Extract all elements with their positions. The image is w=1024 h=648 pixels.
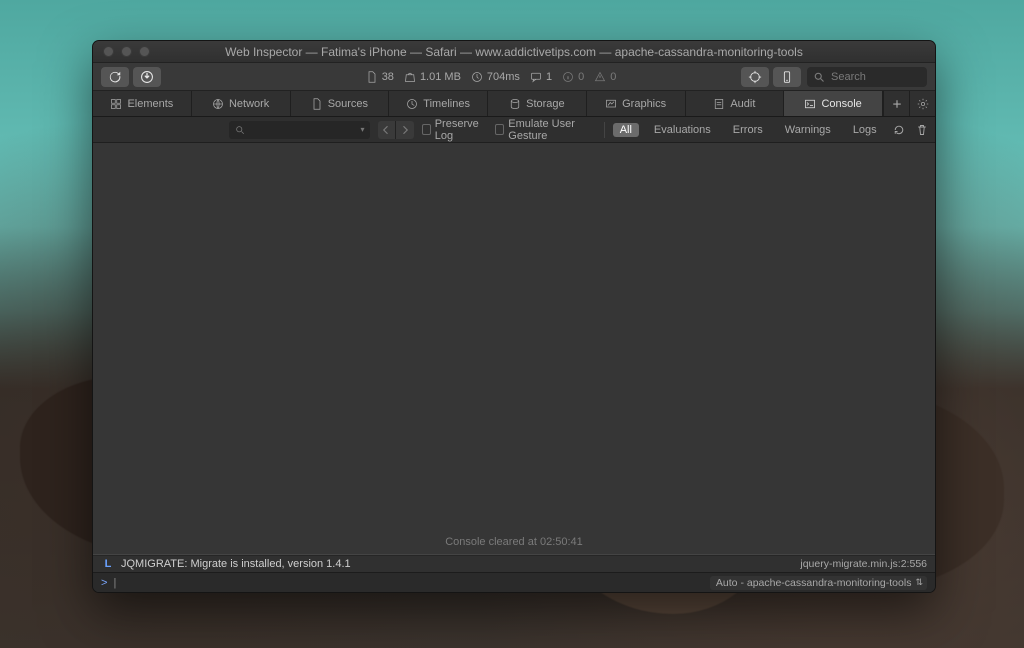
filter-evaluations[interactable]: Evaluations <box>647 123 718 137</box>
zoom-window-button[interactable] <box>139 46 150 57</box>
console-prompt-row: > | Auto - apache-cassandra-monitoring-t… <box>93 572 935 592</box>
clear-console-button[interactable] <box>914 121 929 139</box>
tab-label: Audit <box>730 98 755 110</box>
web-inspector-window: Web Inspector — Fatima's iPhone — Safari… <box>92 40 936 593</box>
document-icon <box>366 71 378 83</box>
tab-label: Timelines <box>423 98 470 110</box>
info-count: 0 <box>578 71 584 83</box>
graphics-icon <box>605 98 617 110</box>
emulate-user-gesture-checkbox[interactable]: Emulate User Gesture <box>495 118 596 142</box>
console-filter-field[interactable]: ▾ <box>229 121 369 139</box>
size-stat: 1.01 MB <box>404 71 461 83</box>
updown-icon: ⇅ <box>915 577 921 588</box>
tab-label: Graphics <box>622 98 666 110</box>
tab-sources[interactable]: Sources <box>291 91 390 116</box>
tab-audit[interactable]: Audit <box>686 91 785 116</box>
message-icon <box>530 71 542 83</box>
load-time: 704ms <box>487 71 520 83</box>
audit-icon <box>713 98 725 110</box>
search-field[interactable] <box>807 67 927 87</box>
reload-button[interactable] <box>101 67 129 87</box>
tab-bar: Elements Network Sources Timelines Stora… <box>93 91 935 117</box>
window-title: Web Inspector — Fatima's iPhone — Safari… <box>101 45 927 59</box>
next-match-button[interactable] <box>396 121 414 139</box>
tab-label: Elements <box>127 98 173 110</box>
filter-nav <box>378 121 414 139</box>
warning-icon <box>594 71 606 83</box>
info-stat: 0 <box>562 71 584 83</box>
console-filter-bar: ▾ Preserve Log Emulate User Gesture All … <box>93 117 935 143</box>
clock-icon <box>471 71 483 83</box>
toolbar: 38 1.01 MB 704ms 1 0 0 <box>93 63 935 91</box>
warnings-stat: 0 <box>594 71 616 83</box>
log-source-link[interactable]: jquery-migrate.min.js:2:556 <box>800 558 927 570</box>
resources-stat: 38 <box>366 71 394 83</box>
tab-storage[interactable]: Storage <box>488 91 587 116</box>
network-icon <box>212 98 224 110</box>
emulate-gesture-label: Emulate User Gesture <box>508 118 596 142</box>
transfer-size: 1.01 MB <box>420 71 461 83</box>
warnings-count: 0 <box>610 71 616 83</box>
timelines-icon <box>406 98 418 110</box>
console-log-line[interactable]: L JQMIGRATE: Migrate is installed, versi… <box>93 555 935 572</box>
new-tab-button[interactable] <box>883 91 909 116</box>
device-settings-button[interactable] <box>773 67 801 87</box>
close-window-button[interactable] <box>103 46 114 57</box>
separator <box>604 122 605 138</box>
dashboard-stats: 38 1.01 MB 704ms 1 0 0 <box>366 71 617 83</box>
refresh-console-button[interactable] <box>892 121 907 139</box>
tab-label: Sources <box>328 98 368 110</box>
tab-label: Storage <box>526 98 565 110</box>
minimize-window-button[interactable] <box>121 46 132 57</box>
prompt-caret-icon: > <box>101 577 107 589</box>
preserve-log-checkbox[interactable]: Preserve Log <box>422 118 488 142</box>
tab-console[interactable]: Console <box>784 91 883 116</box>
search-icon <box>234 124 246 136</box>
execution-context-label: Auto - apache-cassandra-monitoring-tools <box>716 577 912 589</box>
weight-icon <box>404 71 416 83</box>
filter-logs[interactable]: Logs <box>846 123 884 137</box>
filter-warnings[interactable]: Warnings <box>778 123 838 137</box>
info-icon <box>562 71 574 83</box>
tab-label: Network <box>229 98 269 110</box>
tab-timelines[interactable]: Timelines <box>389 91 488 116</box>
filter-errors[interactable]: Errors <box>726 123 770 137</box>
filter-all[interactable]: All <box>613 123 639 137</box>
execution-context-select[interactable]: Auto - apache-cassandra-monitoring-tools… <box>710 576 927 590</box>
elements-icon <box>110 98 122 110</box>
checkbox-icon <box>495 124 504 135</box>
resources-count: 38 <box>382 71 394 83</box>
log-level-icon: L <box>101 558 115 570</box>
messages-stat: 1 <box>530 71 552 83</box>
preserve-log-label: Preserve Log <box>435 118 487 142</box>
sources-icon <box>311 98 323 110</box>
chevron-down-icon[interactable]: ▾ <box>360 125 364 134</box>
download-button[interactable] <box>133 67 161 87</box>
titlebar: Web Inspector — Fatima's iPhone — Safari… <box>93 41 935 63</box>
console-cleared-message: Console cleared at 02:50:41 <box>93 530 935 555</box>
tab-network[interactable]: Network <box>192 91 291 116</box>
settings-button[interactable] <box>909 91 935 116</box>
traffic-lights <box>103 46 150 57</box>
messages-count: 1 <box>546 71 552 83</box>
tab-graphics[interactable]: Graphics <box>587 91 686 116</box>
checkbox-icon <box>422 124 431 135</box>
tab-label: Console <box>821 98 861 110</box>
console-filter-input[interactable] <box>250 123 356 136</box>
search-input[interactable] <box>829 70 921 84</box>
console-body[interactable]: Console cleared at 02:50:41 L JQMIGRATE:… <box>93 143 935 572</box>
prev-match-button[interactable] <box>378 121 396 139</box>
console-icon <box>804 98 816 110</box>
element-selection-button[interactable] <box>741 67 769 87</box>
storage-icon <box>509 98 521 110</box>
search-icon <box>813 71 825 83</box>
log-message: JQMIGRATE: Migrate is installed, version… <box>121 558 800 570</box>
time-stat: 704ms <box>471 71 520 83</box>
tab-elements[interactable]: Elements <box>93 91 192 116</box>
